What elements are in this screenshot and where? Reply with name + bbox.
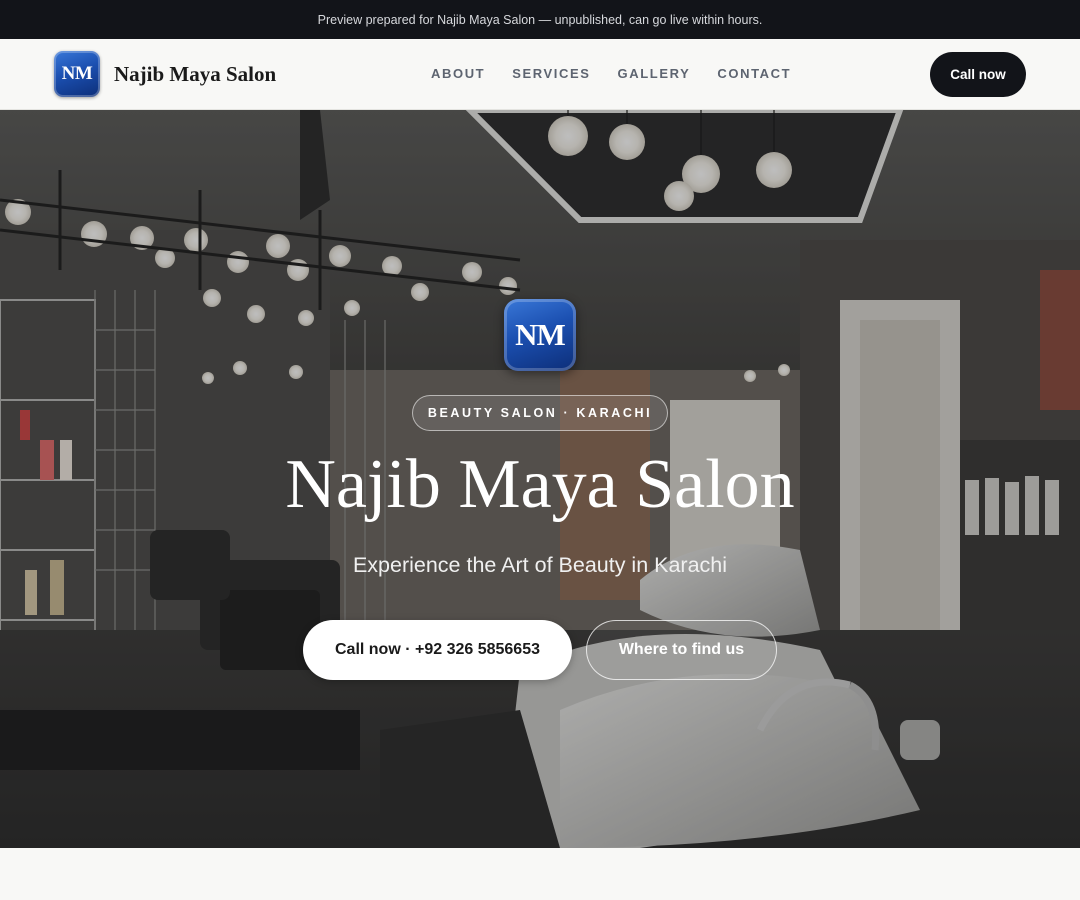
hero-title: Najib Maya Salon (285, 446, 795, 523)
hero-category-tag: BEAUTY SALON · KARACHI (412, 395, 668, 431)
brand-logo-text: NM (61, 63, 93, 84)
announcement-text: Preview prepared for Najib Maya Salon — … (317, 12, 763, 27)
site-header: NM Najib Maya Salon ABOUT SERVICES GALLE… (0, 39, 1080, 110)
hero-logo-text: NM (515, 317, 566, 352)
hero-find-us-button[interactable]: Where to find us (586, 620, 777, 680)
brand-logo: NM (54, 51, 100, 97)
hero-call-button[interactable]: Call now · +92 326 5856653 (303, 620, 572, 680)
hero-section: NM BEAUTY SALON · KARACHI Najib Maya Sal… (0, 110, 1080, 848)
nav-about[interactable]: ABOUT (431, 66, 485, 81)
hero-subtitle: Experience the Art of Beauty in Karachi (352, 553, 728, 577)
brand-name: Najib Maya Salon (114, 61, 277, 86)
nav-gallery[interactable]: GALLERY (618, 66, 691, 81)
call-now-button[interactable]: Call now (930, 52, 1026, 97)
announcement-bar: Preview prepared for Najib Maya Salon — … (0, 0, 1080, 39)
nav-contact[interactable]: CONTACT (717, 66, 791, 81)
brand-link[interactable]: NM Najib Maya Salon (54, 51, 276, 97)
main-nav: ABOUT SERVICES GALLERY CONTACT (431, 66, 791, 81)
nav-services[interactable]: SERVICES (512, 66, 590, 81)
hero-logo: NM (504, 299, 576, 371)
